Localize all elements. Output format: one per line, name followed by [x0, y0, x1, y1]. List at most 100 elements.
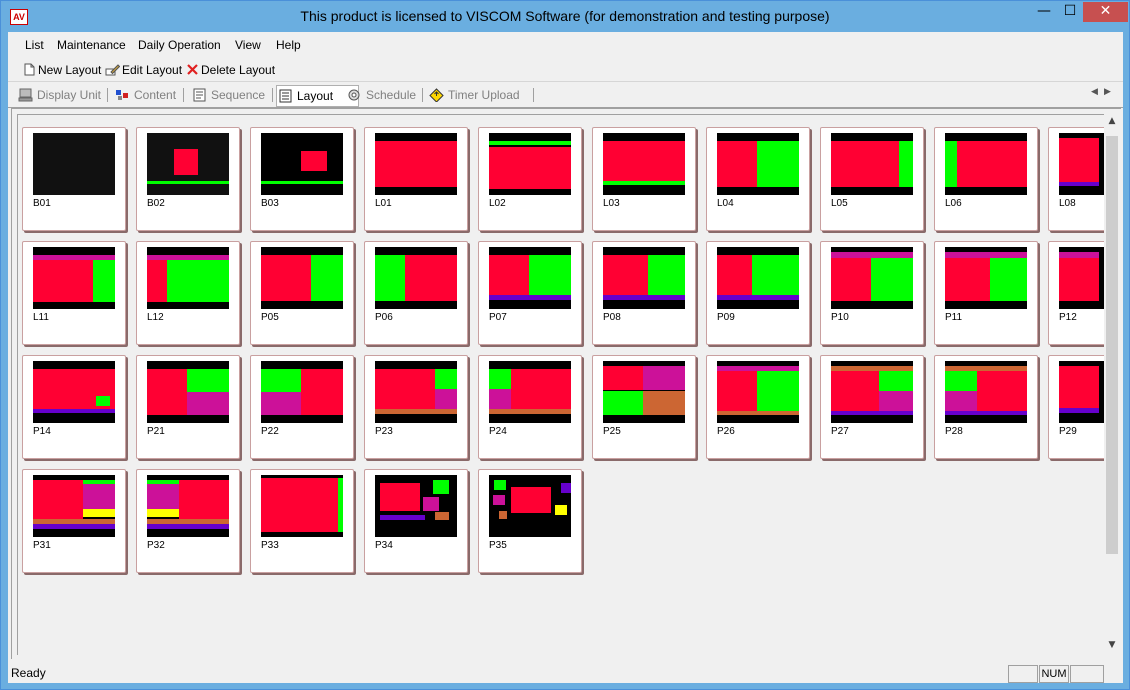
layout-card-p05[interactable]: P05 — [250, 241, 354, 345]
layout-card-l03[interactable]: L03 — [592, 127, 696, 231]
layout-card-p08[interactable]: P08 — [592, 241, 696, 345]
scroll-thumb[interactable] — [1106, 136, 1118, 554]
layout-card-p22[interactable]: P22 — [250, 355, 354, 459]
layout-region — [511, 369, 571, 409]
layout-region — [96, 396, 110, 406]
layout-card-p26[interactable]: P26 — [706, 355, 810, 459]
delete-layout-button[interactable]: Delete Layout — [186, 62, 275, 78]
new-layout-button[interactable]: New Layout — [23, 62, 101, 78]
menu-list[interactable]: List — [25, 38, 44, 52]
layout-card-p32[interactable]: P32 — [136, 469, 240, 573]
layout-card-p24[interactable]: P24 — [478, 355, 582, 459]
tab-schedule[interactable]: Schedule — [346, 85, 416, 105]
layout-card-label: L04 — [717, 198, 734, 209]
layout-card-p33[interactable]: P33 — [250, 469, 354, 573]
layout-card-label: P22 — [261, 426, 279, 437]
tab-sequence[interactable]: Sequence — [191, 85, 265, 105]
layout-card-label: P05 — [261, 312, 279, 323]
layout-card-l12[interactable]: L12 — [136, 241, 240, 345]
minimize-button[interactable]: — — [1031, 2, 1057, 22]
status-bar: Ready NUM — [8, 662, 1123, 683]
layout-region — [83, 509, 115, 517]
scroll-down-icon[interactable]: ▼ — [1104, 640, 1120, 650]
layout-region — [33, 524, 115, 529]
layout-thumbnail — [831, 361, 913, 423]
layout-card-l08[interactable]: L08 — [1048, 127, 1107, 231]
tab-display-unit[interactable]: Display Unit — [17, 85, 101, 105]
layout-thumbnail — [33, 361, 115, 423]
layout-card-p27[interactable]: P27 — [820, 355, 924, 459]
close-button[interactable]: ✕ — [1083, 2, 1128, 22]
layout-card-b02[interactable]: B02 — [136, 127, 240, 231]
tab-label: Content — [134, 88, 177, 102]
layout-thumbnail — [717, 247, 799, 309]
layout-card-label: P32 — [147, 540, 165, 551]
layout-card-p28[interactable]: P28 — [934, 355, 1038, 459]
layout-region — [957, 141, 1027, 187]
layout-card-p25[interactable]: P25 — [592, 355, 696, 459]
layout-card-l05[interactable]: L05 — [820, 127, 924, 231]
layout-thumbnail — [1059, 133, 1107, 195]
layout-card-l11[interactable]: L11 — [22, 241, 126, 345]
tab-scroll-left-icon[interactable]: ◀ — [1091, 87, 1098, 97]
maximize-button[interactable]: ☐ — [1057, 2, 1083, 22]
layout-thumbnail — [147, 247, 229, 309]
layout-region — [757, 141, 799, 187]
layout-region — [831, 141, 899, 187]
menu-view[interactable]: View — [235, 38, 261, 52]
menu-help[interactable]: Help — [276, 38, 301, 52]
layout-card-p34[interactable]: P34 — [364, 469, 468, 573]
tab-content[interactable]: Content — [114, 85, 176, 105]
menu-maintenance[interactable]: Maintenance — [57, 38, 126, 52]
vertical-scrollbar[interactable]: ▲ ▼ — [1104, 114, 1120, 654]
layout-thumbnail — [717, 133, 799, 195]
layout-card-l02[interactable]: L02 — [478, 127, 582, 231]
layout-card-l06[interactable]: L06 — [934, 127, 1038, 231]
layout-card-l01[interactable]: L01 — [364, 127, 468, 231]
layout-card-label: B02 — [147, 198, 165, 209]
tab-scroll-right-icon[interactable]: ▶ — [1104, 87, 1111, 97]
layout-card-p29[interactable]: P29 — [1048, 355, 1107, 459]
tab-label: Layout — [297, 89, 334, 103]
layout-region — [717, 141, 757, 187]
layout-card-p21[interactable]: P21 — [136, 355, 240, 459]
menu-bar: List Maintenance Daily Operation View He… — [8, 32, 1123, 56]
layout-card-p11[interactable]: P11 — [934, 241, 1038, 345]
tab-timer-upload[interactable]: Timer Upload — [428, 85, 520, 105]
layout-card-p07[interactable]: P07 — [478, 241, 582, 345]
layout-card-p10[interactable]: P10 — [820, 241, 924, 345]
layout-region — [603, 295, 685, 300]
layout-region — [187, 369, 229, 392]
layout-card-label: P08 — [603, 312, 621, 323]
tab-label: Sequence — [211, 88, 266, 102]
layout-region — [174, 149, 198, 175]
layout-card-p14[interactable]: P14 — [22, 355, 126, 459]
layout-card-p23[interactable]: P23 — [364, 355, 468, 459]
layout-region — [499, 511, 507, 519]
layout-region — [603, 391, 643, 415]
edit-layout-button[interactable]: Edit Layout — [105, 62, 182, 78]
tab-label: Timer Upload — [448, 88, 520, 102]
layout-card-l04[interactable]: L04 — [706, 127, 810, 231]
layout-region — [375, 255, 405, 301]
title-bar[interactable]: AV This product is licensed to VISCOM So… — [1, 1, 1129, 32]
layout-card-label: P06 — [375, 312, 393, 323]
layout-card-p12[interactable]: P12 — [1048, 241, 1107, 345]
layout-region — [489, 389, 511, 409]
layout-region — [879, 391, 913, 411]
layout-card-b01[interactable]: B01 — [22, 127, 126, 231]
layout-region — [831, 258, 871, 301]
layout-region — [603, 141, 685, 181]
layout-card-b03[interactable]: B03 — [250, 127, 354, 231]
layout-card-p31[interactable]: P31 — [22, 469, 126, 573]
layout-region — [977, 371, 1027, 411]
tab-label: Display Unit — [37, 88, 102, 102]
layout-card-p06[interactable]: P06 — [364, 241, 468, 345]
layout-card-p35[interactable]: P35 — [478, 469, 582, 573]
new-layout-label: New Layout — [38, 63, 102, 77]
scroll-up-icon[interactable]: ▲ — [1104, 116, 1120, 126]
layout-thumbnail — [375, 361, 457, 423]
menu-daily-operation[interactable]: Daily Operation — [138, 38, 221, 52]
layout-region — [179, 484, 229, 519]
layout-card-p09[interactable]: P09 — [706, 241, 810, 345]
